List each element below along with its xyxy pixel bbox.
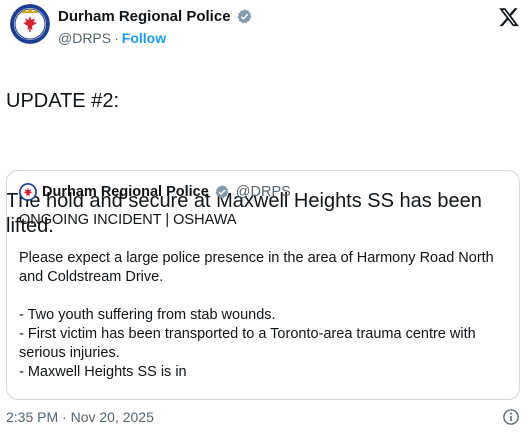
separator-dot: ·: [114, 30, 119, 46]
post-timestamp[interactable]: 2:35 PM · Nov 20, 2025: [6, 409, 154, 425]
follow-button[interactable]: Follow: [122, 30, 166, 46]
police-crest-icon[interactable]: [10, 4, 50, 44]
quoted-line-5: - Maxwell Heights SS is in: [19, 364, 187, 380]
quoted-verified-badge-icon: [214, 184, 231, 201]
author-handle[interactable]: @DRPS: [58, 30, 111, 46]
quoted-police-crest-icon: [19, 183, 37, 201]
verified-badge-icon[interactable]: [236, 8, 253, 25]
author-name[interactable]: Durham Regional Police: [58, 8, 231, 25]
quoted-line-4: - First victim has been transported to a…: [19, 326, 476, 361]
author-name-row: Durham Regional Police: [58, 8, 253, 25]
quoted-line-1: ONGOING INCIDENT | OSHAWA: [19, 212, 237, 228]
quoted-post-text: ONGOING INCIDENT | OSHAWA Please expect …: [19, 211, 509, 382]
quoted-author-handle: @DRPS: [235, 184, 291, 200]
handle-row: @DRPS · Follow: [58, 30, 166, 46]
quoted-post[interactable]: Durham Regional Police @DRPS ONGOING INC…: [6, 170, 520, 400]
quoted-author-name: Durham Regional Police: [42, 184, 209, 200]
info-icon[interactable]: [502, 408, 520, 426]
post-header: Durham Regional Police @DRPS · Follow: [10, 4, 520, 54]
post-line-1: UPDATE #2:: [6, 90, 119, 112]
x-logo-icon[interactable]: [498, 6, 520, 28]
quoted-line-3: - Two youth suffering from stab wounds.: [19, 307, 276, 323]
quoted-post-header: Durham Regional Police @DRPS: [19, 183, 291, 201]
quoted-line-2: Please expect a large police presence in…: [19, 250, 494, 285]
